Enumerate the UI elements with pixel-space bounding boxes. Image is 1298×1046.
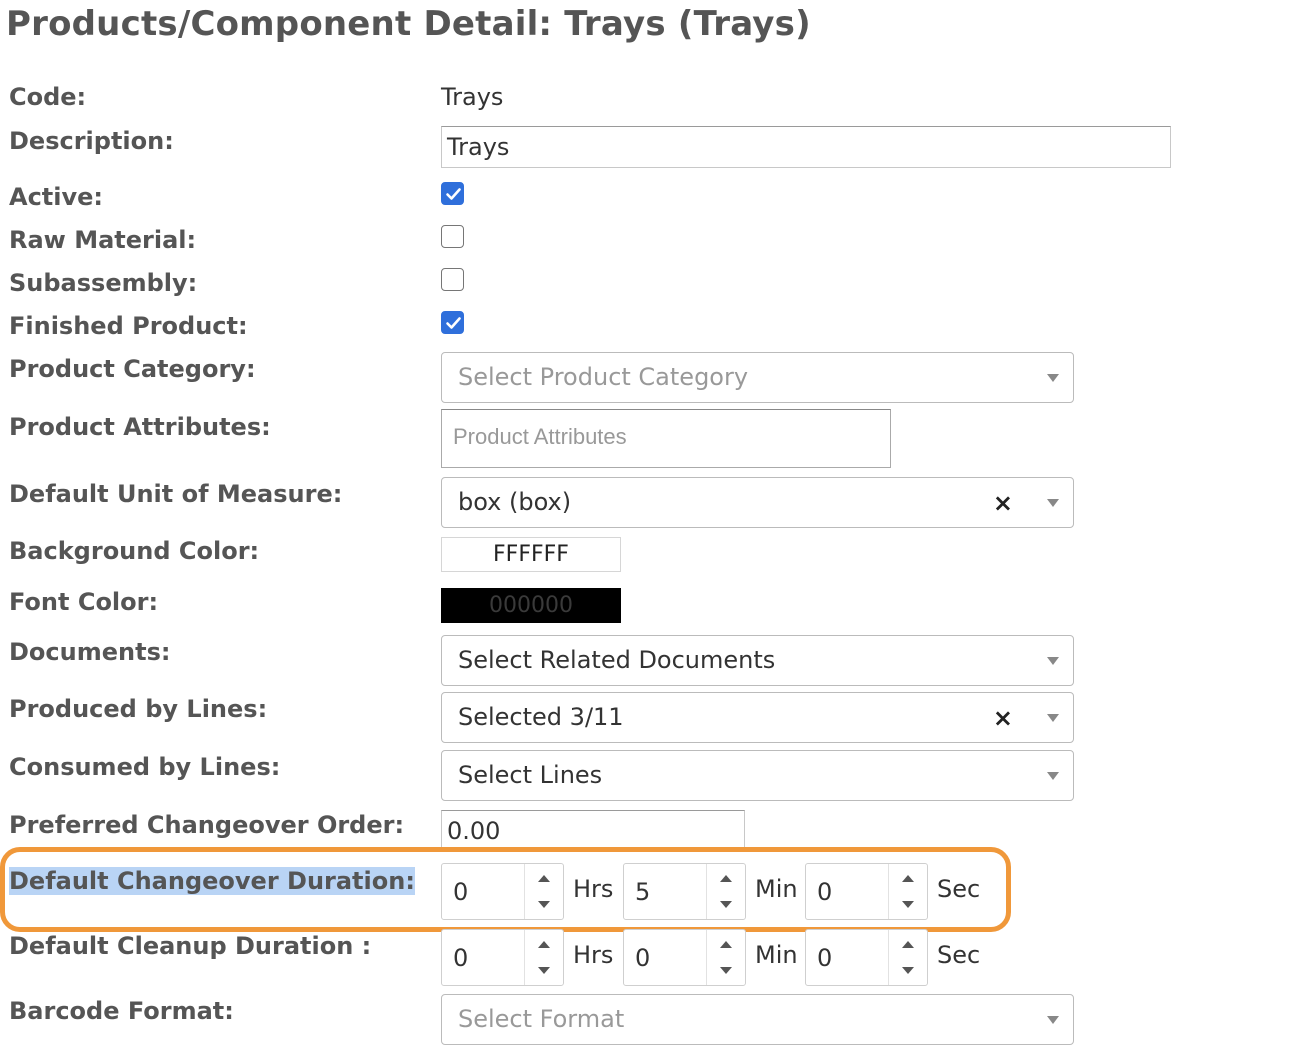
preferred-changeover-order-input[interactable]: 0.00 [441, 810, 745, 852]
product-category-select[interactable]: Select Product Category [441, 352, 1074, 403]
changeover-min-value: 5 [635, 878, 651, 906]
default-cleanup-duration-label: Default Cleanup Duration : [9, 932, 372, 960]
cleanup-min-value: 0 [635, 944, 651, 972]
font-color-picker[interactable]: 000000 [441, 588, 621, 623]
description-input[interactable]: Trays [441, 126, 1171, 168]
produced-by-lines-select[interactable]: Selected 3/11 × [441, 692, 1074, 743]
finished-product-label: Finished Product: [9, 312, 248, 340]
chevron-down-icon [1047, 1016, 1059, 1024]
documents-select[interactable]: Select Related Documents [441, 635, 1074, 686]
cleanup-sec-value: 0 [817, 944, 833, 972]
default-uom-select[interactable]: box (box) × [441, 477, 1074, 528]
clear-icon[interactable]: × [993, 488, 1013, 518]
spin-down-icon[interactable] [902, 967, 914, 974]
spin-up-icon[interactable] [902, 941, 914, 948]
font-color-label: Font Color: [9, 588, 159, 616]
code-value: Trays [441, 83, 504, 111]
chevron-down-icon [1047, 499, 1059, 507]
default-uom-label: Default Unit of Measure: [9, 480, 343, 508]
changeover-hrs-value: 0 [453, 878, 469, 906]
chevron-down-icon [1047, 772, 1059, 780]
raw-material-checkbox[interactable] [441, 225, 464, 248]
background-color-picker[interactable]: FFFFFF [441, 537, 621, 572]
subassembly-checkbox[interactable] [441, 268, 464, 291]
produced-by-lines-value: Selected 3/11 [458, 703, 624, 731]
subassembly-label: Subassembly: [9, 269, 198, 297]
page-title: Products/Component Detail: Trays (Trays) [6, 4, 811, 44]
preferred-changeover-order-value: 0.00 [447, 817, 501, 845]
font-color-value: 000000 [489, 593, 573, 618]
changeover-sec-value: 0 [817, 878, 833, 906]
spin-up-icon[interactable] [720, 875, 732, 882]
description-input-value: Trays [447, 133, 510, 161]
spin-up-icon[interactable] [538, 875, 550, 882]
barcode-format-label: Barcode Format: [9, 997, 234, 1025]
background-color-value: FFFFFF [493, 542, 569, 567]
default-uom-value: box (box) [458, 488, 572, 516]
documents-label: Documents: [9, 638, 171, 666]
barcode-format-select[interactable]: Select Format [441, 994, 1074, 1045]
documents-placeholder: Select Related Documents [458, 646, 776, 674]
raw-material-label: Raw Material: [9, 226, 197, 254]
spin-up-icon[interactable] [902, 875, 914, 882]
preferred-changeover-order-label: Preferred Changeover Order: [9, 811, 405, 839]
product-category-placeholder: Select Product Category [458, 363, 749, 391]
spin-up-icon[interactable] [538, 941, 550, 948]
consumed-by-lines-select[interactable]: Select Lines [441, 750, 1074, 801]
spin-down-icon[interactable] [538, 967, 550, 974]
checkmark-icon [446, 317, 461, 329]
active-checkbox[interactable] [441, 182, 464, 205]
product-attributes-input[interactable]: Product Attributes [441, 409, 891, 468]
min-unit-label: Min [755, 941, 798, 969]
active-label: Active: [9, 183, 104, 211]
spin-down-icon[interactable] [538, 901, 550, 908]
clear-icon[interactable]: × [993, 703, 1013, 733]
spin-down-icon[interactable] [720, 901, 732, 908]
barcode-format-placeholder: Select Format [458, 1005, 625, 1033]
checkmark-icon [446, 188, 461, 200]
spin-up-icon[interactable] [720, 941, 732, 948]
spin-down-icon[interactable] [902, 901, 914, 908]
description-label: Description: [9, 127, 174, 155]
hrs-unit-label: Hrs [573, 875, 614, 903]
product-category-label: Product Category: [9, 355, 256, 383]
chevron-down-icon [1047, 714, 1059, 722]
background-color-label: Background Color: [9, 537, 260, 565]
consumed-by-lines-label: Consumed by Lines: [9, 753, 281, 781]
chevron-down-icon [1047, 374, 1059, 382]
changeover-hrs-stepper[interactable]: 0 [441, 863, 564, 920]
cleanup-hrs-value: 0 [453, 944, 469, 972]
sec-unit-label: Sec [937, 941, 981, 969]
min-unit-label: Min [755, 875, 798, 903]
changeover-min-stepper[interactable]: 5 [623, 863, 746, 920]
consumed-by-lines-placeholder: Select Lines [458, 761, 603, 789]
default-changeover-duration-label: Default Changeover Duration: [9, 867, 415, 895]
product-attributes-label: Product Attributes: [9, 413, 271, 441]
cleanup-hrs-stepper[interactable]: 0 [441, 929, 564, 986]
chevron-down-icon [1047, 657, 1059, 665]
spin-down-icon[interactable] [720, 967, 732, 974]
produced-by-lines-label: Produced by Lines: [9, 695, 268, 723]
code-label: Code: [9, 83, 87, 111]
product-attributes-placeholder: Product Attributes [453, 424, 627, 449]
cleanup-min-stepper[interactable]: 0 [623, 929, 746, 986]
sec-unit-label: Sec [937, 875, 981, 903]
finished-product-checkbox[interactable] [441, 311, 464, 334]
cleanup-sec-stepper[interactable]: 0 [805, 929, 928, 986]
changeover-sec-stepper[interactable]: 0 [805, 863, 928, 920]
hrs-unit-label: Hrs [573, 941, 614, 969]
